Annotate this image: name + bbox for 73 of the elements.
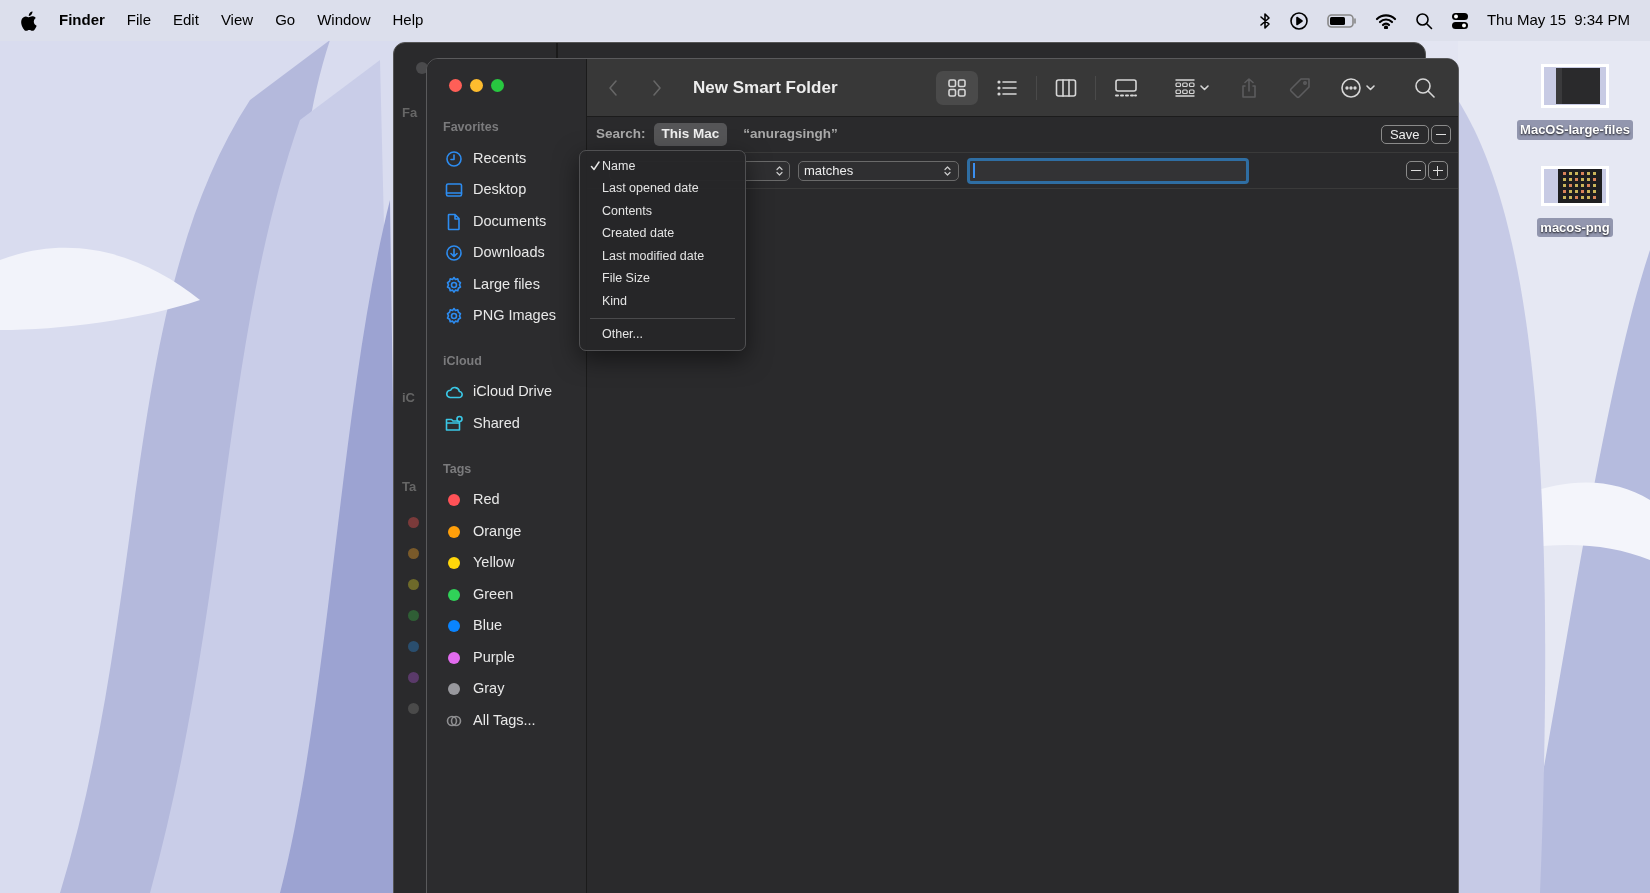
tag-icon [1287, 76, 1312, 99]
menu-item[interactable]: Last modified date [580, 245, 745, 268]
time-text[interactable]: 9:34 PM [1574, 9, 1630, 32]
sidebar-item[interactable]: Yellow [427, 547, 586, 579]
image-thumbnail[interactable] [1541, 165, 1609, 206]
menu-item[interactable]: Edit [173, 9, 199, 32]
sidebar-item[interactable]: Green [427, 578, 586, 611]
document-icon [445, 212, 463, 231]
scope-button[interactable]: This Mac [653, 123, 728, 146]
section-header: iC [402, 388, 416, 407]
sidebar-item[interactable]: Blue [427, 610, 586, 642]
image-thumbnail[interactable] [1541, 64, 1609, 108]
menu-item[interactable]: Last opened date [580, 177, 745, 200]
menu-item[interactable]: View [220, 9, 254, 32]
grid-icon [945, 76, 968, 99]
section-header: Tags [442, 460, 473, 478]
control-center-icon[interactable] [1450, 11, 1469, 30]
text-cursor [973, 163, 975, 178]
desktop-icon [445, 181, 463, 199]
date-text[interactable]: Thu May 15 [1486, 9, 1567, 32]
close-button[interactable] [449, 79, 462, 92]
remove-button[interactable] [1405, 161, 1426, 180]
columns-icon [1054, 76, 1077, 99]
clock-icon [445, 149, 463, 168]
app-menu[interactable]: Finder [59, 9, 105, 32]
icon-view-button[interactable] [935, 70, 978, 105]
sidebar-item[interactable]: Red [427, 484, 586, 516]
remove-button[interactable] [1430, 125, 1451, 144]
section-header: iCloud [442, 352, 483, 370]
battery-icon[interactable] [1326, 12, 1357, 29]
menu-item[interactable]: Name [580, 155, 745, 178]
operator-popup[interactable]: matches [798, 160, 959, 181]
section-header: Ta [402, 478, 418, 496]
menu-item[interactable]: Contents [580, 200, 745, 223]
menu-item[interactable]: Created date [580, 222, 745, 245]
stepper-icon [774, 164, 785, 177]
search-label: Search: [596, 125, 646, 144]
download-icon [445, 244, 463, 262]
search-icon [1413, 76, 1436, 99]
gallery-icon [1113, 76, 1138, 99]
sidebar-item[interactable]: Orange [427, 515, 586, 548]
gear-icon [445, 275, 463, 294]
apple-icon[interactable] [20, 10, 37, 31]
group-icon [1173, 76, 1210, 99]
stepper-icon [942, 164, 953, 177]
sidebar-item[interactable]: Gray [427, 673, 586, 705]
sidebar-item[interactable]: Purple [427, 641, 586, 674]
menu-item[interactable]: Other... [580, 323, 745, 346]
menu-item[interactable]: File [126, 9, 151, 32]
gear-icon [445, 307, 463, 325]
minimize-button[interactable] [470, 79, 483, 92]
add-button[interactable] [1427, 161, 1448, 180]
menu-item[interactable]: File Size [580, 267, 745, 290]
bluetooth-icon[interactable] [1258, 11, 1271, 30]
play-icon[interactable] [1288, 10, 1309, 31]
section-header: Fa [402, 104, 419, 122]
save-button[interactable]: Save [1380, 125, 1429, 144]
menu-item[interactable]: Window [317, 9, 371, 32]
menu-item[interactable]: Go [275, 9, 296, 32]
zoom-button[interactable] [491, 79, 504, 92]
wifi-icon[interactable] [1374, 12, 1397, 29]
menu-item[interactable]: Help [392, 9, 424, 32]
sidebar-item[interactable]: All Tags... [427, 704, 586, 737]
shared-folder-icon [445, 414, 463, 433]
menu-item[interactable]: Kind [580, 290, 745, 313]
window-title: New Smart Folder [693, 76, 838, 99]
more-icon [1339, 76, 1378, 99]
search-icon[interactable] [1414, 11, 1433, 30]
sidebar-item[interactable]: Shared [427, 408, 586, 440]
sidebar-item[interactable]: iCloud Drive [427, 376, 586, 408]
search-field[interactable] [967, 157, 1249, 184]
scope-button[interactable]: “anuragsingh” [735, 123, 846, 146]
section-header: Favorites [442, 119, 500, 136]
